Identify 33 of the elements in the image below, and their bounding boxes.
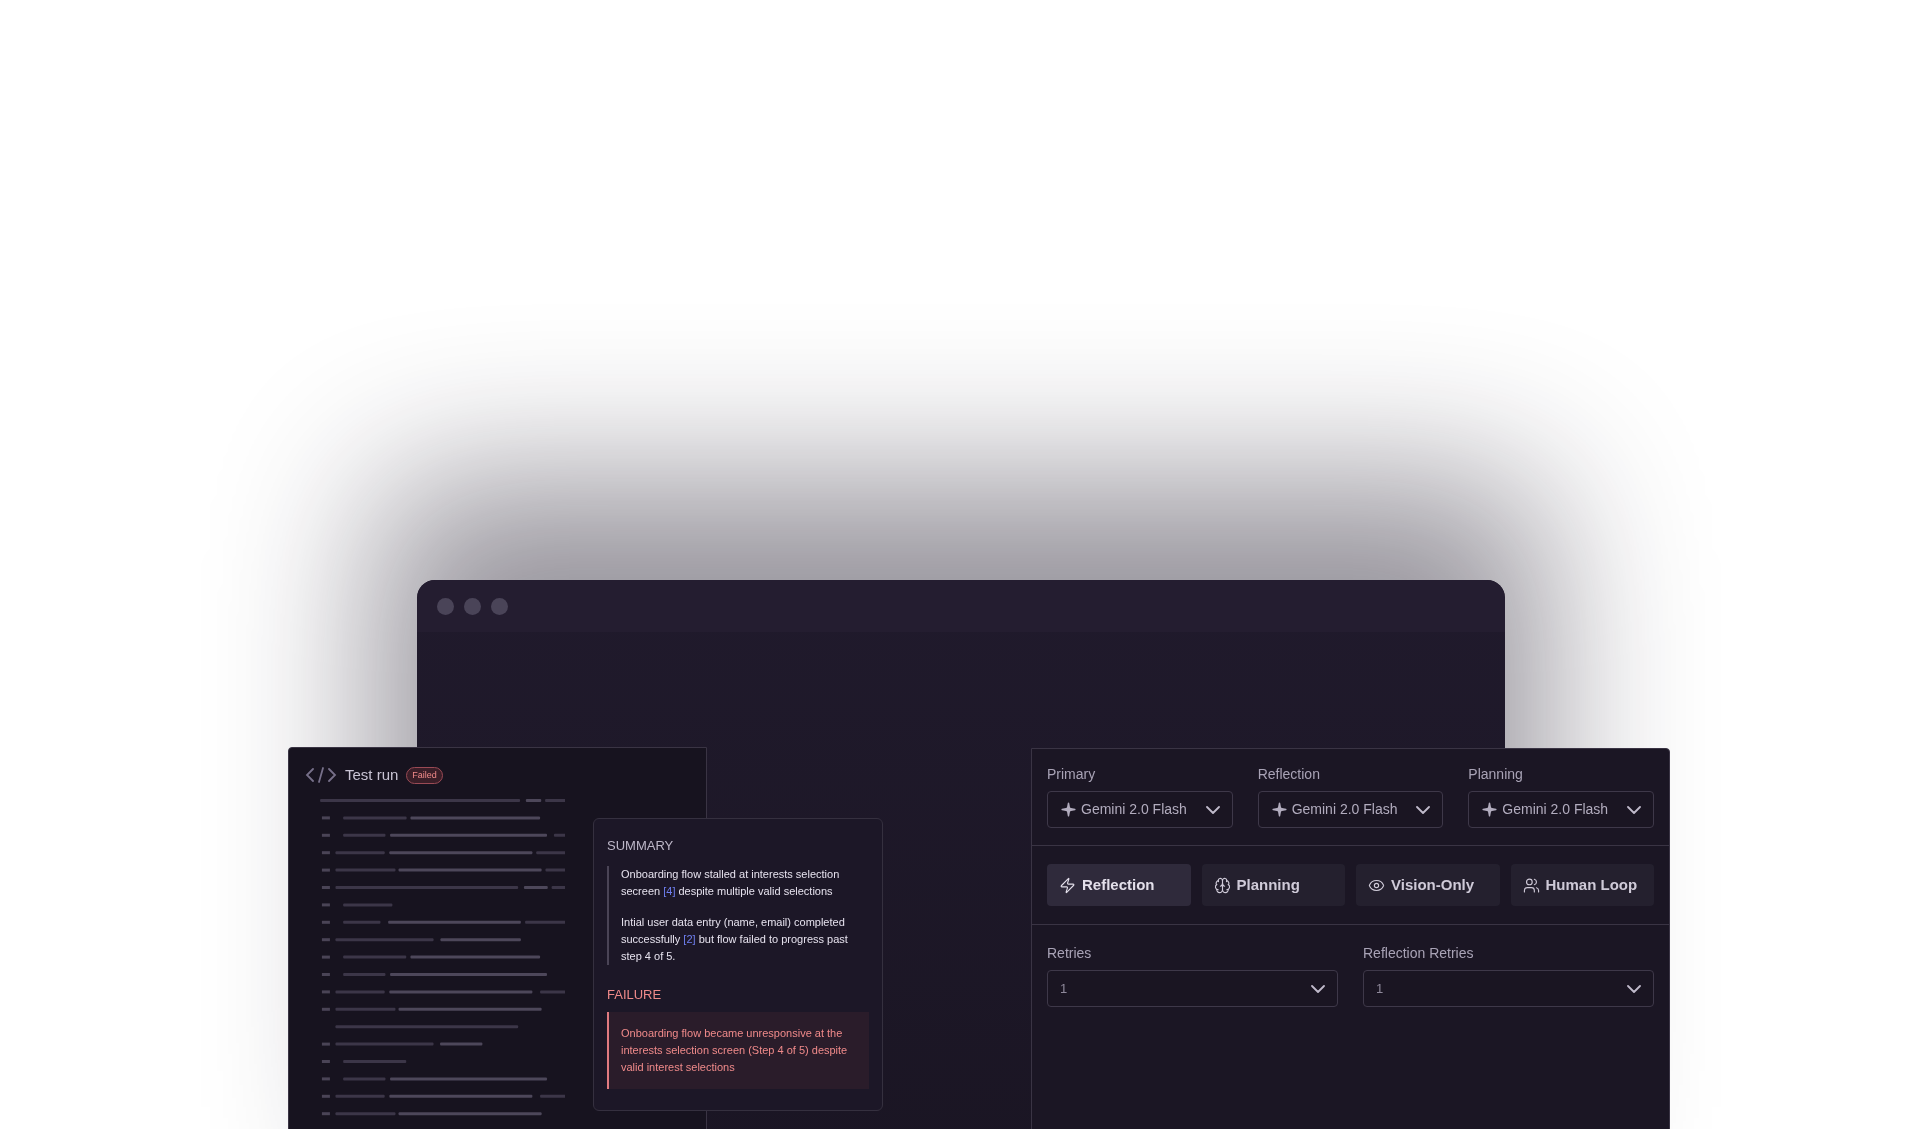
status-badge: Failed (406, 766, 443, 784)
sparkle-icon (1060, 801, 1077, 818)
chevron-down-icon (1416, 805, 1431, 814)
sparkle-icon (1481, 801, 1499, 818)
chevron-down-icon (1311, 984, 1325, 993)
model-dropdown[interactable]: Gemini 2.0 Flash (1468, 791, 1654, 828)
field-label: Reflection Retries (1363, 944, 1475, 963)
section-heading: FAILURE (607, 985, 663, 1004)
chevron-down-icon (1627, 805, 1641, 814)
chevron-down-icon (1205, 805, 1220, 814)
lightning-icon (1059, 876, 1076, 894)
panel-title: Test run (345, 765, 399, 785)
failure-message: Onboarding flow became unresponsive at the interests selection screen (Step 4 of 5) despite valid interest selections (607, 1012, 869, 1089)
field-label: Retries (1047, 944, 1093, 963)
field-label: Primary (1047, 765, 1097, 784)
model-dropdown[interactable]: Gemini 2.0 Flash (1257, 791, 1444, 828)
section-heading: SUMMARY (607, 837, 675, 855)
model-dropdown[interactable]: Gemini 2.0 Flash (1047, 791, 1233, 828)
chevron-down-icon (1627, 984, 1641, 993)
retries-dropdown[interactable]: 1 (1047, 970, 1338, 1007)
code-icon (305, 767, 337, 784)
field-label: Planning (1468, 765, 1524, 784)
mode-toggle[interactable]: Planning (1201, 864, 1345, 906)
retries-dropdown[interactable]: 1 (1363, 970, 1654, 1007)
sparkle-icon (1270, 801, 1288, 818)
summary-paragraph: Onboarding flow stalled at interests selection secreen [4] despite multiple valid selections (621, 866, 841, 899)
people-icon (1522, 876, 1540, 894)
mode-toggle[interactable]: Reflection (1047, 864, 1191, 906)
mode-toggle[interactable]: Human Loop (1510, 864, 1654, 906)
summary-paragraph: Intial user data entry (name, email) completed successfully [2] but flow failed to progress past step 4 of 5. (621, 914, 849, 964)
mode-toggle[interactable]: Vision-Only (1356, 864, 1500, 906)
brain-icon (1213, 876, 1231, 894)
field-label: Reflection (1257, 765, 1321, 784)
